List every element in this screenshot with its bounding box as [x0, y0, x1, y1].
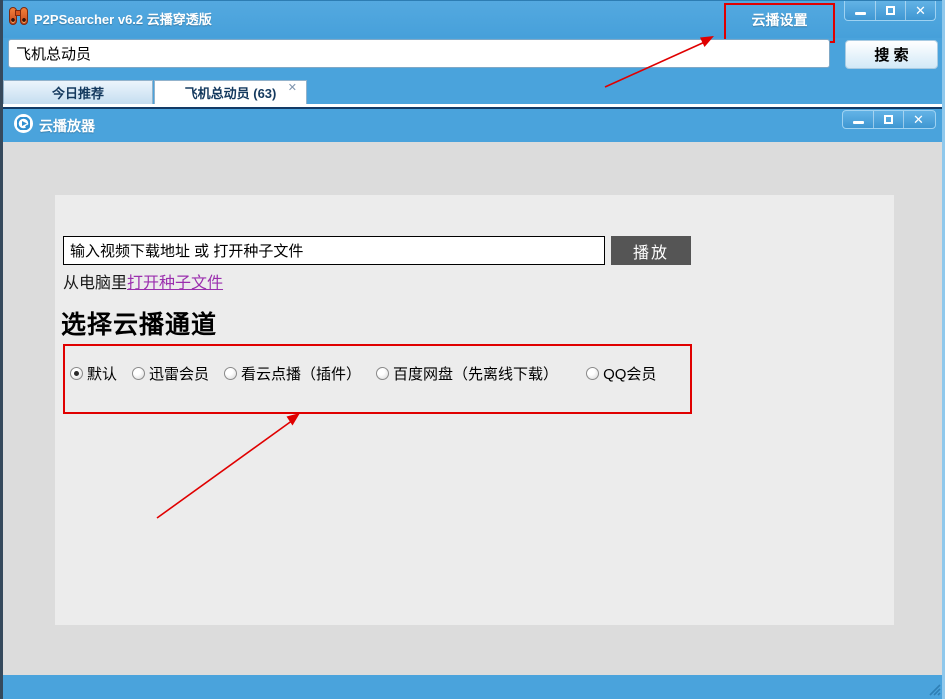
maximize-icon — [884, 115, 893, 124]
tab-search-result[interactable]: 飞机总动员 (63) ✕ — [154, 80, 307, 104]
channel-radio-group: 默认 迅雷会员 看云点播（插件） 百度网盘（先离线下载） QQ会员 — [70, 363, 685, 384]
channel-label: 默认 — [87, 363, 117, 384]
cloud-settings-button[interactable]: 云播设置 — [724, 3, 835, 43]
tab-today-recommend[interactable]: 今日推荐 — [3, 80, 153, 104]
channel-label: 看云点播（插件） — [241, 363, 361, 384]
channel-option-xunlei[interactable]: 迅雷会员 — [132, 363, 209, 384]
maximize-button[interactable] — [873, 111, 903, 128]
channel-option-default[interactable]: 默认 — [70, 363, 117, 384]
open-torrent-line: 从电脑里打开种子文件 — [63, 269, 223, 293]
screen: P2PSearcher v6.2 云播穿透版 云播设置 ✕ 搜 索 今日推荐 飞… — [0, 0, 945, 699]
player-titlebar — [0, 109, 945, 142]
search-input[interactable] — [8, 39, 830, 68]
searcher-window-controls: ✕ — [844, 1, 936, 21]
close-icon: ✕ — [915, 4, 926, 17]
tab-label: 飞机总动员 (63) — [185, 83, 277, 102]
minimize-button[interactable] — [843, 111, 873, 128]
radio-icon[interactable] — [132, 367, 145, 380]
play-button[interactable]: 播放 — [611, 236, 691, 265]
search-button[interactable]: 搜 索 — [845, 40, 938, 69]
video-url-input[interactable] — [63, 236, 605, 265]
close-button[interactable]: ✕ — [905, 1, 935, 20]
app-title: P2PSearcher v6.2 云播穿透版 — [34, 9, 212, 28]
channel-label: QQ会员 — [603, 363, 656, 384]
minimize-icon — [855, 12, 866, 15]
radio-icon[interactable] — [376, 367, 389, 380]
tab-close-icon[interactable]: ✕ — [288, 83, 297, 94]
player-window-title: 云播放器 — [39, 116, 95, 136]
player-statusbar — [0, 675, 945, 699]
cloud-player-icon — [14, 114, 33, 133]
close-icon: ✕ — [913, 113, 924, 126]
radio-icon[interactable] — [70, 367, 83, 380]
open-torrent-prefix: 从电脑里 — [63, 275, 127, 292]
channel-option-qq[interactable]: QQ会员 — [586, 363, 656, 384]
channel-option-baidupan[interactable]: 百度网盘（先离线下载） — [376, 363, 558, 384]
maximize-button[interactable] — [875, 1, 905, 20]
close-button[interactable]: ✕ — [903, 111, 933, 128]
window-left-border — [0, 0, 3, 699]
channel-label: 百度网盘（先离线下载） — [393, 363, 558, 384]
radio-icon[interactable] — [586, 367, 599, 380]
resize-grip[interactable] — [927, 682, 941, 696]
binoculars-icon — [9, 7, 28, 25]
open-torrent-link[interactable]: 打开种子文件 — [127, 275, 223, 292]
channel-label: 迅雷会员 — [149, 363, 209, 384]
channel-option-kanyun[interactable]: 看云点播（插件） — [224, 363, 361, 384]
channel-heading: 选择云播通道 — [61, 305, 217, 341]
player-window-controls: ✕ — [842, 110, 936, 129]
maximize-icon — [886, 6, 895, 15]
minimize-icon — [853, 121, 864, 124]
minimize-button[interactable] — [845, 1, 875, 20]
radio-icon[interactable] — [224, 367, 237, 380]
